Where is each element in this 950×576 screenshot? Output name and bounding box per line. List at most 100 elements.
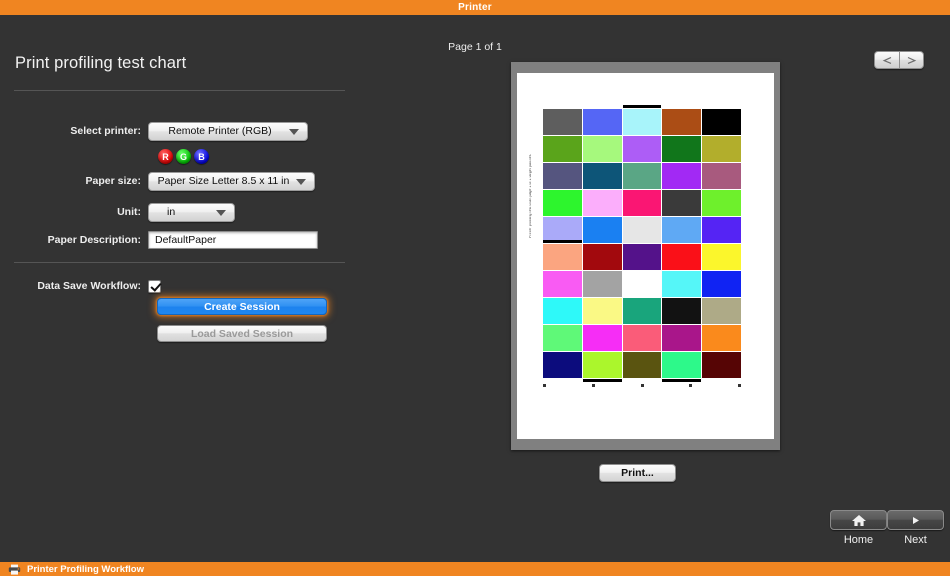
status-bar: Printer Profiling Workflow (0, 562, 950, 576)
color-patch (582, 298, 622, 324)
home-icon (851, 514, 866, 526)
next-button[interactable] (887, 510, 944, 530)
next-page-button[interactable] (899, 51, 924, 69)
color-patch (662, 271, 702, 297)
color-patch (582, 109, 622, 135)
window-title: Printer (458, 2, 492, 13)
registration-mark (591, 384, 595, 387)
color-patch (622, 105, 662, 135)
color-patch (702, 109, 741, 135)
divider-bottom (14, 262, 345, 263)
color-patch (582, 352, 622, 382)
home-button[interactable] (830, 510, 887, 530)
paper-size-select[interactable]: Paper Size Letter 8.5 x 11 in (148, 171, 315, 191)
home-button-label: Home (843, 534, 874, 546)
color-patch (662, 217, 702, 243)
page-indicator: Page 1 of 1 (448, 41, 502, 53)
field-row-paper-size: Paper size: Paper Size Letter 8.5 x 11 i… (0, 171, 360, 191)
registration-mark (738, 384, 741, 387)
color-patch-grid (543, 105, 741, 382)
color-patch (702, 217, 741, 243)
color-patch (543, 190, 582, 220)
field-row-printer: Select printer: Remote Printer (RGB) (0, 121, 360, 141)
color-patch (582, 163, 622, 189)
color-patch (582, 244, 622, 270)
app-shell: Print profiling test chart Select printe… (0, 15, 950, 562)
page-title: Print profiling test chart (15, 54, 187, 72)
print-button[interactable]: Print... (599, 464, 676, 482)
color-patch (662, 352, 702, 382)
paper-description-label: Paper Description: (47, 234, 141, 246)
color-patch (622, 352, 662, 378)
color-patch (662, 163, 702, 189)
data-save-workflow-label: Data Save Workflow: (37, 280, 141, 292)
color-patch (543, 240, 582, 270)
field-row-paper-description: Paper Description: DefaultPaper (0, 230, 360, 250)
color-patch (543, 136, 582, 162)
paper-description-input[interactable]: DefaultPaper (148, 231, 318, 249)
color-patch (582, 217, 622, 243)
color-patch (543, 109, 582, 135)
create-session-button[interactable]: Create Session (157, 298, 327, 315)
unit-label: Unit: (117, 206, 141, 218)
registration-tick (622, 105, 662, 108)
registration-tick (662, 379, 702, 382)
next-button-label: Next (904, 534, 927, 546)
play-triangle-icon (913, 516, 919, 524)
color-patch (543, 298, 582, 328)
chevron-right-icon (907, 56, 917, 64)
load-saved-session-button: Load Saved Session (157, 325, 327, 342)
registration-mark (543, 384, 546, 387)
color-patch (543, 325, 582, 351)
unit-select[interactable]: in (148, 202, 235, 222)
color-patch (543, 271, 582, 297)
color-patch (543, 163, 582, 189)
chevron-left-icon (882, 56, 891, 64)
printer-icon (8, 564, 21, 575)
color-patch (622, 217, 662, 243)
color-patch (662, 325, 702, 351)
preview-page: Printer profiling test chart page 1 of 1… (517, 73, 774, 439)
registration-marks (543, 384, 741, 387)
color-patch (702, 271, 741, 297)
color-patch (622, 325, 662, 351)
data-save-workflow-checkbox[interactable] (148, 279, 161, 293)
field-row-data-save-workflow: Data Save Workflow: (0, 276, 360, 296)
unit-select-value: in (167, 206, 176, 218)
color-patch (662, 190, 702, 216)
color-patch (622, 163, 662, 189)
color-patch (702, 325, 741, 351)
printer-select[interactable]: Remote Printer (RGB) (148, 121, 308, 141)
channel-indicator-r: R (158, 149, 173, 164)
printer-select-value: Remote Printer (RGB) (168, 125, 272, 137)
color-patch (543, 352, 582, 378)
color-patch (702, 190, 741, 216)
paper-description-value: DefaultPaper (155, 234, 217, 246)
color-patch (662, 136, 702, 162)
chevron-down-icon (216, 210, 226, 216)
chart-caption-vertical: Printer profiling test chart page 1 of 1… (529, 154, 532, 238)
registration-tick (582, 379, 622, 382)
color-patch (622, 298, 662, 324)
registration-tick (543, 240, 582, 243)
status-bar-text: Printer Profiling Workflow (27, 563, 144, 575)
channel-indicators: R G B (158, 149, 209, 164)
printer-label: Select printer: (70, 125, 141, 137)
print-preview-frame: Printer profiling test chart page 1 of 1… (511, 62, 780, 450)
color-patch (702, 163, 741, 189)
paper-size-select-value: Paper Size Letter 8.5 x 11 in (157, 175, 290, 187)
color-patch (582, 190, 622, 216)
registration-mark (689, 384, 693, 387)
channel-indicator-g: G (176, 149, 191, 164)
field-row-unit: Unit: in (0, 202, 360, 222)
divider-top (14, 90, 345, 91)
color-patch (582, 136, 622, 162)
color-patch (622, 136, 662, 162)
color-patch (662, 244, 702, 270)
page-navigation-segmented-control[interactable] (874, 51, 924, 69)
color-patch (702, 352, 741, 378)
registration-mark (640, 384, 644, 387)
previous-page-button[interactable] (874, 51, 899, 69)
paper-size-label: Paper size: (85, 175, 141, 187)
color-patch (702, 136, 741, 162)
